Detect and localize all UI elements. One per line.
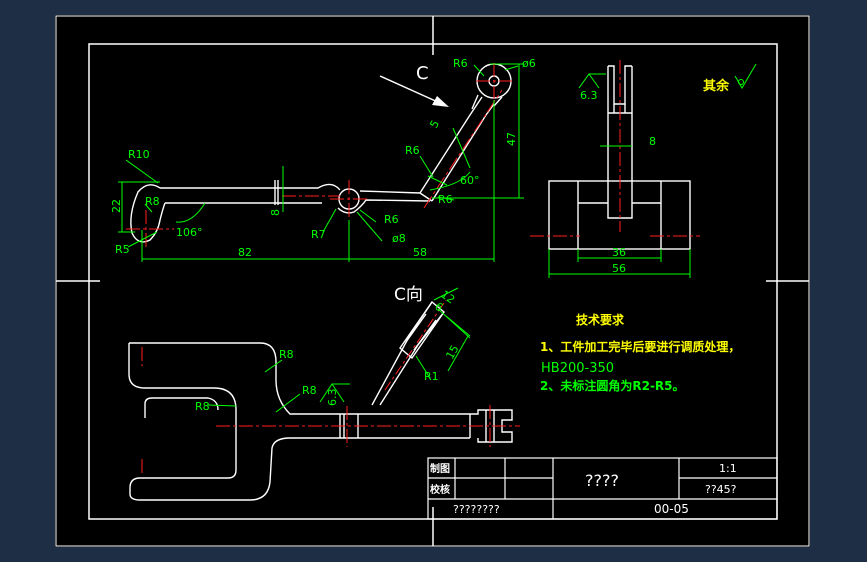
plan-dim-r8-mid: R8 [302,384,317,397]
dim-r10: R10 [128,148,150,161]
dim-82: 82 [238,246,252,259]
side-dim-56: 56 [612,262,626,275]
dim-106-angle: 106° [176,226,203,239]
dim-phi6: ø6 [522,57,536,70]
plan-dim-r8-top: R8 [279,348,294,361]
tech-line-3: 2、未标注圆角为R2-R5。 [540,378,685,393]
dim-47: 47 [505,132,518,146]
tb-draw: 制图 [430,462,450,475]
plan-dim-r8-inner: R8 [195,400,210,413]
cad-viewport: R10 R8 R5 22 106° 8 82 58 R7 R6 ø8 R6 R6… [0,0,867,562]
tb-material: ??45? [705,483,737,496]
dim-8-vertical: 8 [269,209,282,216]
side-roughness: 6.3 [580,89,598,102]
viewc-dim-r1: R1 [424,370,439,383]
dim-r6-hub: R6 [384,213,399,226]
dim-r6-eye: R6 [453,57,468,70]
dim-phi8: ø8 [392,232,406,245]
tb-drawing-no: 00-05 [654,502,689,516]
side-dim-36: 36 [612,246,626,259]
tech-line-1: 1、工件加工完毕后要进行调质处理， [540,339,740,354]
qiyu-label: 其余 [703,78,730,94]
dim-22: 22 [110,199,123,213]
tb-scale: 1:1 [719,462,737,475]
plan-roughness: 6.3 [326,389,339,407]
dim-r5: R5 [115,243,130,256]
tb-part-name: ???? [585,471,619,490]
side-dim-8: 8 [649,135,656,148]
drawing-sheet: R10 R8 R5 22 106° 8 82 58 R7 R6 ø8 R6 R6… [55,15,810,547]
dim-r8: R8 [145,195,160,208]
view-c-title: C向 [394,285,423,305]
dim-60-angle: 60° [460,174,480,187]
view-arrow-label: C [416,63,429,84]
dim-r6-bend: R6 [438,193,453,206]
dim-r6-arm: R6 [405,144,420,157]
tech-line-2: HB200-350 [541,361,614,376]
tech-title: 技术要求 [576,312,625,327]
tb-check: 校核 [430,483,450,496]
dim-58: 58 [413,246,427,259]
dim-r7: R7 [311,228,326,241]
tb-school: ???????? [453,503,500,516]
